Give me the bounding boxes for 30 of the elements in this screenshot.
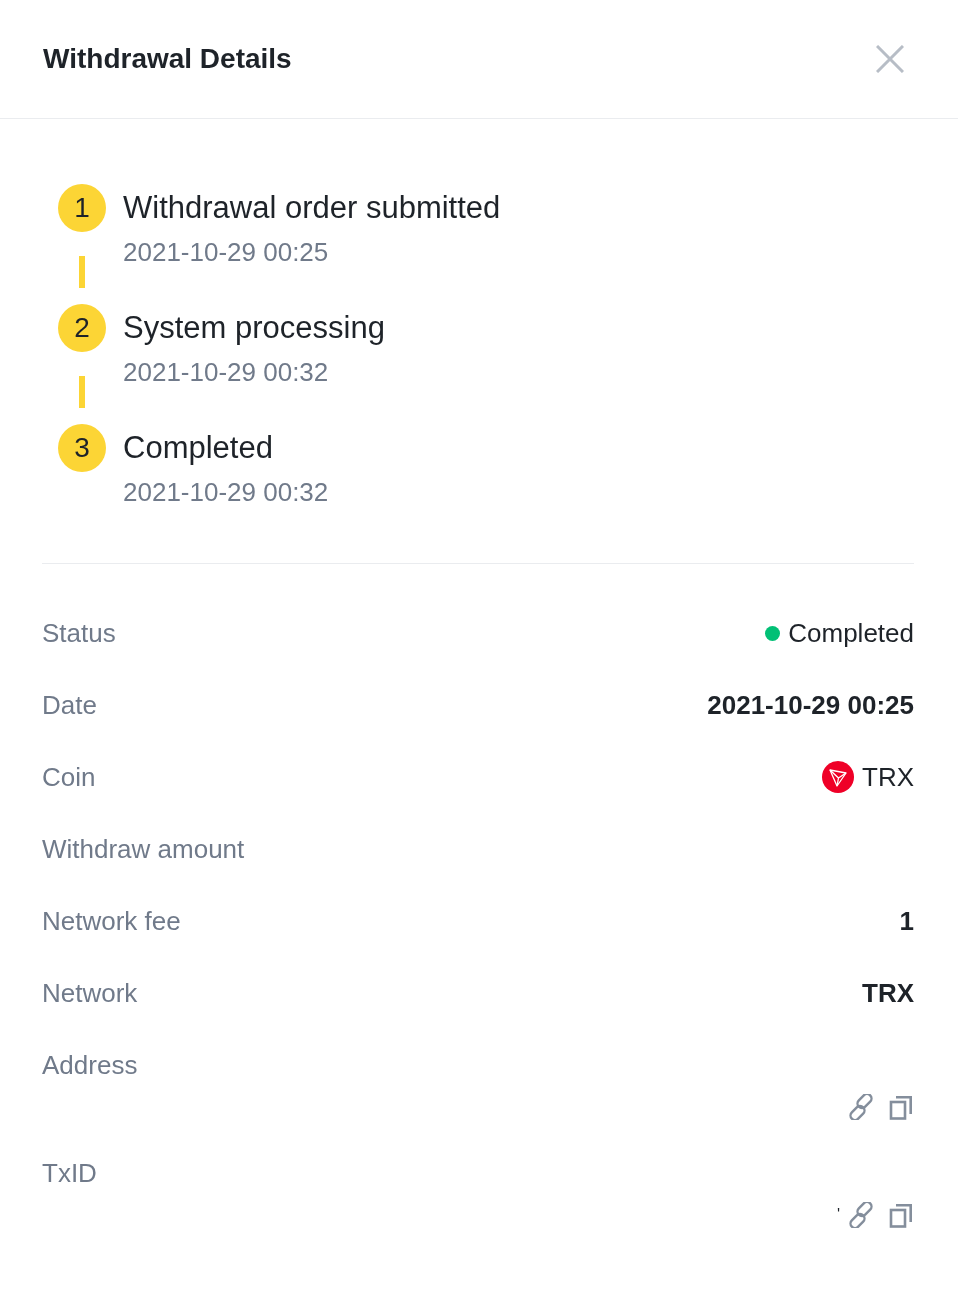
coin-logo-icon bbox=[822, 761, 854, 793]
step-number: 2 bbox=[58, 304, 106, 352]
step-number: 1 bbox=[58, 184, 106, 232]
field-label: Network fee bbox=[42, 905, 181, 938]
field-label: Address bbox=[42, 1049, 138, 1082]
copy-icon[interactable] bbox=[888, 1202, 914, 1228]
step-title: System processing bbox=[123, 309, 385, 347]
link-icon[interactable] bbox=[848, 1094, 874, 1120]
status-value: Completed bbox=[788, 617, 914, 650]
copy-icon[interactable] bbox=[888, 1094, 914, 1120]
field-label: Date bbox=[42, 689, 97, 722]
field-value: 1 bbox=[899, 905, 914, 938]
step-title: Withdrawal order submitted bbox=[123, 189, 501, 227]
field-label: Coin bbox=[42, 761, 96, 794]
step-time: 2021-10-29 00:32 bbox=[123, 356, 330, 389]
field-label: TxID bbox=[42, 1157, 97, 1190]
step-number: 3 bbox=[58, 424, 106, 472]
dialog-title: Withdrawal Details bbox=[43, 42, 292, 76]
field-label: Network bbox=[42, 977, 138, 1010]
step-time: 2021-10-29 00:32 bbox=[123, 476, 329, 509]
field-value: 2021-10-29 00:25 bbox=[707, 689, 914, 722]
coin-value: TRX bbox=[862, 761, 914, 794]
field-value: TRX bbox=[862, 977, 914, 1010]
step-title: Completed bbox=[123, 429, 274, 467]
field-label: Withdraw amount bbox=[42, 833, 245, 866]
step-time: 2021-10-29 00:25 bbox=[123, 236, 330, 269]
field-label: Status bbox=[42, 617, 116, 650]
close-icon[interactable] bbox=[876, 45, 904, 73]
value-fragment: ' bbox=[836, 1205, 840, 1225]
link-icon[interactable] bbox=[848, 1202, 874, 1228]
